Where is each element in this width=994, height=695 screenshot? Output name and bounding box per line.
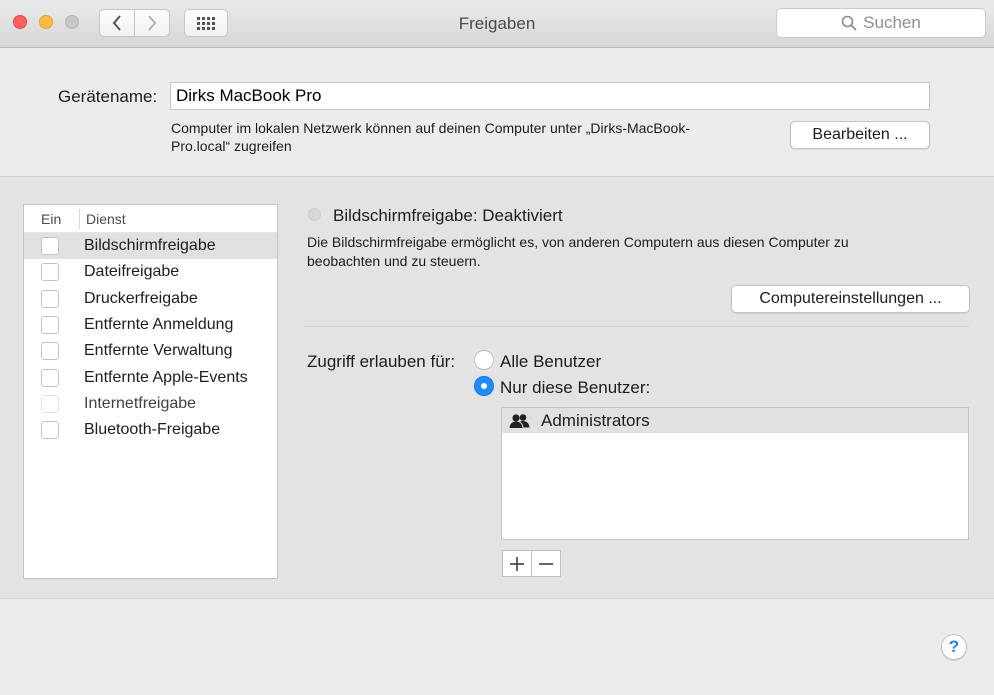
divider <box>304 326 970 327</box>
search-icon <box>841 15 857 31</box>
service-description-line2: beobachten und zu steuern. <box>307 253 481 269</box>
service-checkbox[interactable] <box>41 316 59 335</box>
service-label: Entfernte Verwaltung <box>84 342 233 360</box>
service-row-file-sharing[interactable]: Dateifreigabe <box>24 259 277 285</box>
minus-icon <box>539 562 553 565</box>
service-checkbox[interactable] <box>41 237 59 256</box>
edit-button[interactable]: Bearbeiten ... <box>790 121 930 149</box>
plus-icon <box>510 556 524 571</box>
service-description-line1: Die Bildschirmfreigabe ermöglicht es, vo… <box>307 234 849 250</box>
service-checkbox[interactable] <box>41 263 59 282</box>
add-user-button[interactable] <box>502 550 532 577</box>
service-row-remote-login[interactable]: Entfernte Anmeldung <box>24 312 277 338</box>
device-info-line2: Pro.local“ zugreifen <box>171 138 292 154</box>
title-bar: Freigaben Suchen <box>0 0 994 48</box>
group-icon <box>509 413 530 428</box>
service-checkbox[interactable] <box>41 289 59 308</box>
user-row[interactable]: Administrators <box>502 408 968 433</box>
service-checkbox[interactable] <box>41 342 59 361</box>
help-button[interactable]: ? <box>941 634 967 660</box>
access-label: Zugriff erlauben für: <box>307 352 456 371</box>
user-name: Administrators <box>541 410 650 430</box>
column-header-on[interactable]: Ein <box>24 208 80 229</box>
service-label: Druckerfreigabe <box>84 289 198 307</box>
search-field[interactable]: Suchen <box>776 8 986 38</box>
service-row-internet-sharing[interactable]: Internetfreigabe <box>24 391 277 417</box>
radio-all-users-label[interactable]: Alle Benutzer <box>500 352 601 372</box>
service-checkbox[interactable] <box>41 421 59 440</box>
service-row-remote-apple-events[interactable]: Entfernte Apple-Events <box>24 364 277 390</box>
sharing-panel: Ein Dienst Bildschirmfreigabe Dateifreig… <box>0 176 994 599</box>
service-description: Die Bildschirmfreigabe ermöglicht es, vo… <box>307 233 947 271</box>
service-checkbox <box>41 394 59 413</box>
service-list-header: Ein Dienst <box>24 205 277 233</box>
radio-all-users[interactable] <box>474 350 494 370</box>
service-label: Internetfreigabe <box>84 394 197 412</box>
radio-only-these-users[interactable] <box>474 376 494 396</box>
device-info-line1: Computer im lokalen Netzwerk können auf … <box>171 120 690 136</box>
service-row-screen-sharing[interactable]: Bildschirmfreigabe <box>24 233 277 260</box>
service-checkbox[interactable] <box>41 368 59 387</box>
service-row-bluetooth-sharing[interactable]: Bluetooth-Freigabe <box>24 417 277 443</box>
service-label: Bluetooth-Freigabe <box>84 421 221 439</box>
status-indicator <box>308 208 321 221</box>
search-placeholder: Suchen <box>863 13 921 32</box>
service-row-printer-sharing[interactable]: Druckerfreigabe <box>24 286 277 312</box>
service-label: Entfernte Anmeldung <box>84 316 234 334</box>
service-label: Bildschirmfreigabe <box>84 237 216 255</box>
status-title: Bildschirmfreigabe: Deaktiviert <box>333 206 563 225</box>
service-label: Entfernte Apple-Events <box>84 368 248 386</box>
radio-only-these-users-label[interactable]: Nur diese Benutzer: <box>500 378 650 398</box>
service-list[interactable]: Ein Dienst Bildschirmfreigabe Dateifreig… <box>23 204 278 579</box>
service-row-remote-management[interactable]: Entfernte Verwaltung <box>24 338 277 364</box>
remove-user-button[interactable] <box>531 550 561 577</box>
device-name-input[interactable] <box>170 82 930 110</box>
device-name-label: Gerätename: <box>58 87 158 106</box>
service-label: Dateifreigabe <box>84 263 180 281</box>
computer-settings-button[interactable]: Computereinstellungen ... <box>731 285 970 313</box>
device-info-text: Computer im lokalen Netzwerk können auf … <box>171 119 771 155</box>
column-header-service[interactable]: Dienst <box>80 211 126 227</box>
users-list[interactable]: Administrators <box>501 407 969 540</box>
